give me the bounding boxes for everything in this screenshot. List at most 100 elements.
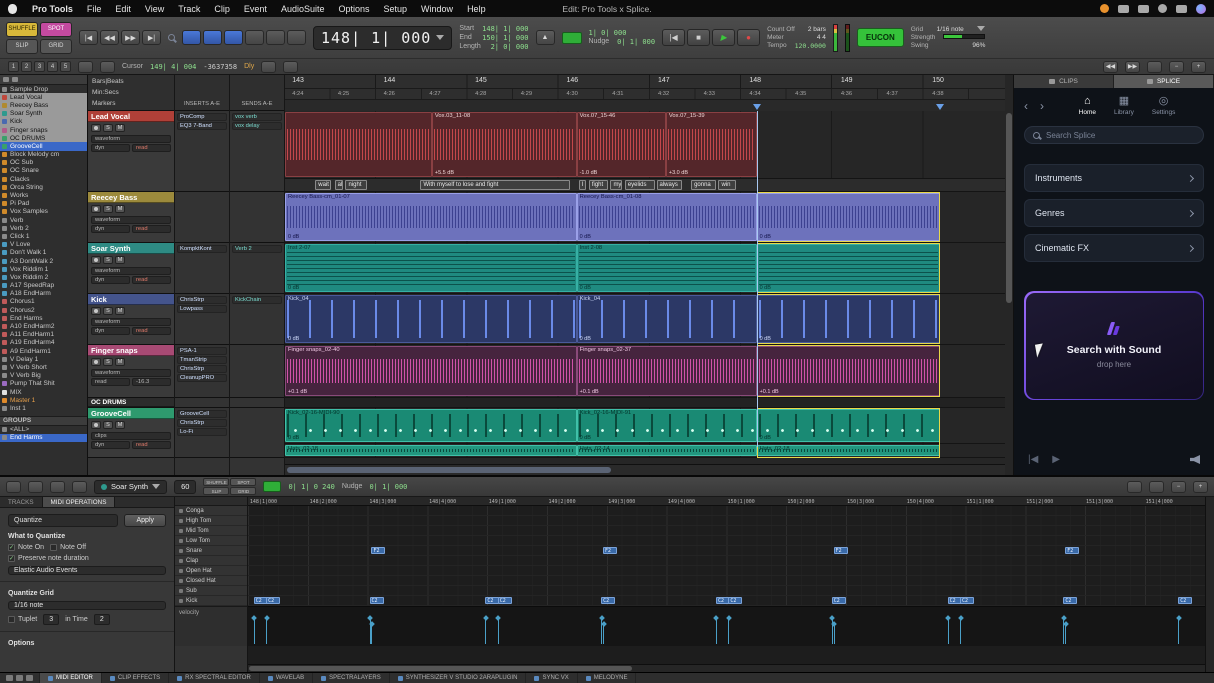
drum-grid-row[interactable]: [248, 576, 1205, 586]
zoom-preset-button[interactable]: 5: [60, 61, 71, 72]
clip-gain[interactable]: 0 dB: [288, 234, 299, 240]
lyric-clip[interactable]: always: [657, 180, 683, 190]
clip-gain[interactable]: +0.1 dB: [288, 389, 307, 395]
insert-slot[interactable]: ChrisStrp: [177, 365, 227, 373]
default-velocity-field[interactable]: 60: [174, 480, 196, 494]
mini-rewind-icon[interactable]: ◀◀: [1103, 61, 1118, 73]
count-off-value[interactable]: 2 bars: [808, 26, 826, 33]
midi-merge-indicator[interactable]: [562, 32, 582, 44]
elastic-audio-selector[interactable]: dyn: [91, 225, 130, 233]
record-enable-button[interactable]: [91, 358, 101, 366]
track-list-item[interactable]: Works: [0, 191, 87, 199]
mute-button[interactable]: M: [115, 307, 125, 315]
tab-tracks[interactable]: TRACKS: [0, 497, 43, 507]
zoom-preset-button[interactable]: 3: [34, 61, 45, 72]
audio-clip[interactable]: Kick_04 0 dB: [285, 295, 577, 343]
midi-note[interactable]: C2: [960, 597, 974, 604]
velocity-stem[interactable]: [960, 618, 961, 644]
layout-icon-1[interactable]: [6, 675, 13, 681]
send-slot[interactable]: KickChain: [232, 296, 282, 304]
lyric-clip[interactable]: all: [335, 180, 344, 190]
audio-clip[interactable]: Inst 2-07 0 dB: [285, 244, 577, 292]
ruler-markers-label[interactable]: Markers: [92, 100, 170, 107]
solo-button[interactable]: S: [103, 205, 113, 213]
play-sample-icon[interactable]: ▶: [1052, 454, 1060, 465]
mute-button[interactable]: M: [115, 421, 125, 429]
clip-gain[interactable]: 0 dB: [760, 435, 771, 441]
track-list-item[interactable]: A9 EndHarm1: [0, 347, 87, 355]
target-icon[interactable]: [6, 481, 21, 493]
trim-tool-icon[interactable]: [203, 30, 222, 45]
velocity-stem[interactable]: [498, 618, 499, 644]
layout-icon-3[interactable]: [26, 675, 33, 681]
lyric-clip[interactable]: gonna: [691, 180, 715, 190]
zoom-preset-button[interactable]: 4: [47, 61, 58, 72]
midi-note[interactable]: F2: [834, 547, 848, 554]
clip-gain[interactable]: 0 dB: [760, 336, 771, 342]
audio-clip[interactable]: 0 dB: [757, 244, 941, 292]
record-enable-button[interactable]: [91, 205, 101, 213]
track-list-item[interactable]: Orca String: [0, 183, 87, 191]
clip-gain[interactable]: 0 dB: [580, 336, 591, 342]
track-list-item[interactable]: Lead Vocal: [0, 93, 87, 101]
automation-mode-selector[interactable]: read: [132, 144, 171, 152]
clip-gain[interactable]: 0 dB: [288, 336, 299, 342]
track-list-item[interactable]: Kick: [0, 118, 87, 126]
drum-row-label[interactable]: Sub: [175, 586, 247, 596]
clip-gain[interactable]: 0 dB: [580, 285, 591, 291]
main-counter-display[interactable]: 148| 1| 000: [313, 26, 452, 50]
edit-vertical-scrollbar[interactable]: [1005, 75, 1014, 475]
insert-slot[interactable]: EQ3 7-Band: [177, 122, 227, 130]
solo-button[interactable]: S: [103, 256, 113, 264]
preserve-duration-checkbox[interactable]: ✓Preserve note duration: [8, 555, 166, 562]
record-enable-button[interactable]: [91, 421, 101, 429]
drum-row-label[interactable]: Closed Hat: [175, 576, 247, 586]
send-slot[interactable]: vox verb: [232, 113, 282, 121]
track-list-item[interactable]: Pump That Shit: [0, 380, 87, 388]
automation-mode-selector[interactable]: read: [132, 441, 171, 449]
track-list-item[interactable]: Vox Samples: [0, 208, 87, 216]
nav-back-icon[interactable]: ‹: [1024, 99, 1028, 113]
elastic-audio-selector[interactable]: dyn: [91, 441, 130, 449]
bottom-tab[interactable]: MIDI EDITOR: [40, 673, 102, 683]
zoom-tool-icon[interactable]: [168, 34, 175, 41]
audio-clip[interactable]: Kick_04 0 dB: [577, 295, 757, 343]
swing-value[interactable]: 96%: [972, 42, 985, 49]
end-icon[interactable]: ▶|: [142, 30, 161, 45]
insert-slot[interactable]: Lowpass: [177, 305, 227, 313]
menu-item[interactable]: Edit: [108, 4, 138, 14]
track-view-selector[interactable]: waveform: [91, 318, 171, 326]
clip-gain[interactable]: 0 dB: [288, 285, 299, 291]
mute-button[interactable]: M: [115, 124, 125, 132]
lane-reecey-bass[interactable]: Reecey Bass-cm_01-07 0 dB Reecey Bass-cm…: [285, 192, 1005, 243]
audio-clip[interactable]: 0 dB: [757, 295, 941, 343]
edit-mode-button[interactable]: GRID: [230, 487, 256, 495]
previous-sample-icon[interactable]: |◀: [1028, 454, 1038, 465]
edit-horizontal-scrollbar[interactable]: [285, 464, 1005, 475]
clip-gain[interactable]: 0 dB: [288, 435, 299, 441]
mute-button[interactable]: M: [115, 256, 125, 264]
menu-item[interactable]: File: [80, 4, 109, 14]
track-list-item[interactable]: V Love: [0, 241, 87, 249]
drum-grid-row[interactable]: [248, 516, 1205, 526]
track-list-item[interactable]: A3 DontWalk 2: [0, 257, 87, 265]
audio-clip[interactable]: [285, 112, 432, 177]
lyric-clip[interactable]: With myself to lose and fight: [420, 180, 570, 190]
menu-item[interactable]: AudioSuite: [274, 4, 332, 14]
grabber-tool-icon[interactable]: [245, 30, 264, 45]
track-list-item[interactable]: A11 EndHarm1: [0, 331, 87, 339]
insert-slot[interactable]: ChrisStrp: [177, 419, 227, 427]
play-button[interactable]: ▶: [712, 29, 735, 46]
ruler-bars-beats-label[interactable]: Bars|Beats: [92, 78, 170, 85]
rtz-icon[interactable]: |◀: [79, 30, 98, 45]
track-name[interactable]: GrooveCell: [88, 408, 174, 419]
lyric-clip[interactable]: I: [579, 180, 586, 190]
velocity-lane[interactable]: [248, 606, 1205, 646]
insert-slot[interactable]: ProComp: [177, 113, 227, 121]
tuplet-checkbox[interactable]: Tuplet: [8, 616, 37, 623]
nav-forward-icon[interactable]: ›: [1040, 99, 1044, 113]
siri-icon[interactable]: [1196, 4, 1206, 14]
group-list-item[interactable]: End Harms: [0, 434, 87, 442]
wifi-icon[interactable]: [1158, 4, 1167, 13]
track-list-item[interactable]: OC DRUMS: [0, 134, 87, 142]
